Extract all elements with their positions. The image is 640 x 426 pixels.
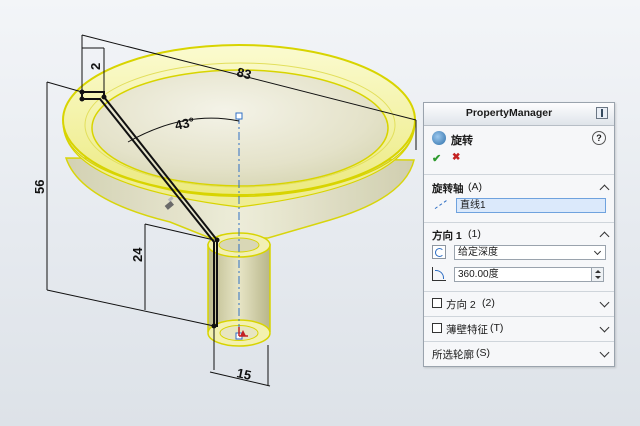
revolve-feature-icon [432, 131, 446, 145]
thin-feature-checkbox[interactable] [432, 323, 442, 333]
dropdown-chevron-icon [593, 247, 602, 256]
direction2-checkbox[interactable] [432, 298, 442, 308]
property-manager-panel: PropertyManager 旋转 ? ✔ ✖ 旋转轴 (A) 直线1 方向 … [423, 102, 615, 367]
section-selected-contours-header[interactable]: 所选轮廓 (S) [424, 345, 614, 361]
thin-feature-shortcut: (T) [490, 322, 504, 334]
expand-chevron-icon[interactable] [599, 347, 610, 358]
section-revolve-axis-header[interactable]: 旋转轴 (A) [424, 179, 614, 195]
thin-feature-label: 薄壁特征 [446, 324, 488, 336]
expand-chevron-icon[interactable] [599, 297, 610, 308]
axis-endpoint-top[interactable] [235, 112, 243, 120]
dim-stem-length[interactable]: 24 [130, 247, 145, 262]
direction1-shortcut: (1) [468, 228, 481, 240]
section-revolve-axis-label: 旋转轴 [432, 183, 464, 195]
reverse-direction-icon[interactable] [432, 245, 446, 259]
cancel-button[interactable]: ✖ [452, 152, 460, 163]
expand-chevron-icon[interactable] [599, 322, 610, 333]
ok-button[interactable]: ✔ [432, 152, 441, 165]
end-condition-select[interactable]: 给定深度 [454, 245, 606, 260]
dim-total-height[interactable]: 56 [32, 180, 47, 194]
dim-stem-diameter[interactable]: 15 [235, 365, 252, 383]
feature-header: 旋转 ? [424, 130, 614, 150]
property-manager-titlebar: PropertyManager [424, 103, 614, 126]
section-thin-feature-header[interactable]: 薄壁特征 (T) [424, 320, 614, 336]
axis-selection-row: 直线1 [424, 198, 614, 214]
collapse-chevron-icon[interactable] [599, 184, 610, 195]
collapse-chevron-icon[interactable] [599, 231, 610, 242]
end-condition-value: 给定深度 [458, 247, 498, 258]
selected-contours-shortcut: (S) [476, 347, 490, 359]
dim-flange-thickness[interactable]: 2 [88, 63, 103, 70]
section-direction2-header[interactable]: 方向 2 (2) [424, 295, 614, 311]
selected-contours-label: 所选轮廓 [432, 349, 474, 361]
property-manager-title: PropertyManager [465, 107, 553, 119]
direction1-label: 方向 1 [432, 230, 462, 242]
help-icon[interactable]: ? [592, 131, 606, 145]
angle-input[interactable]: 360.00度 [454, 267, 592, 282]
direction2-label: 方向 2 [446, 299, 476, 311]
axis-selection-field[interactable]: 直线1 [456, 198, 606, 213]
pin-icon[interactable] [596, 107, 608, 119]
section-direction1-header[interactable]: 方向 1 (1) [424, 226, 614, 242]
confirm-row: ✔ ✖ [424, 152, 614, 168]
angle-spinner[interactable] [592, 267, 604, 282]
axis-line-icon [434, 200, 448, 210]
end-condition-row: 给定深度 [424, 244, 614, 262]
direction2-shortcut: (2) [482, 297, 495, 309]
angle-icon [432, 267, 446, 281]
feature-title: 旋转 [451, 135, 473, 147]
angle-row: 360.00度 [424, 266, 614, 284]
section-revolve-axis-shortcut: (A) [468, 181, 482, 193]
